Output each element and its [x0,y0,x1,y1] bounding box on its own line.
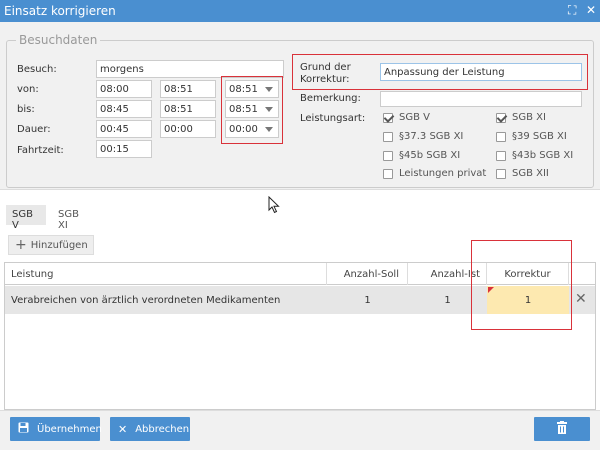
tab-sgb-xi[interactable]: SGB XI [52,205,96,231]
checkbox-label: §45b SGB XI [399,150,461,161]
delete-row-icon[interactable]: ✕ [575,292,587,306]
von-ist-input[interactable]: 08:51 [160,80,216,98]
cancel-button-label: Abbrechen [135,423,190,435]
checkbox-label: SGB V [399,112,430,123]
leistungsart-label: Leistungsart: [300,113,366,124]
window-title: Einsatz korrigieren [4,4,116,18]
bis-soll-input[interactable]: 08:45 [96,100,152,118]
checkbox-unchecked-icon [496,168,506,179]
fahrtzeit-label: Fahrtzeit: [17,145,64,156]
checkbox-label: SGB XI [512,112,546,123]
annotation-highlight-grund [292,54,588,90]
checkbox-unchecked-icon [496,131,506,142]
annotation-highlight-korrektur-times [221,76,283,144]
dauer-label: Dauer: [17,124,51,135]
dauer-ist-input[interactable]: 00:00 [160,120,216,138]
dauer-soll-input[interactable]: 00:45 [96,120,152,138]
checkbox-label: Leistungen privat [399,168,487,179]
checkbox-checked-icon [496,112,506,123]
checkbox-unchecked-icon [383,150,393,161]
checkbox-sgb-xii[interactable]: SGB XII [496,168,549,179]
checkbox-label: SGB XII [512,168,549,179]
column-header-leistung[interactable]: Leistung [11,263,327,285]
save-icon [18,422,29,436]
checkbox-sgb-xi[interactable]: SGB XI [496,112,546,123]
bemerkung-label: Bemerkung: [300,93,361,104]
expand-icon[interactable]: ⛶ [568,3,576,17]
von-soll-input[interactable]: 08:00 [96,80,152,98]
checkbox-unchecked-icon [383,131,393,142]
bis-label: bis: [17,104,35,115]
checkbox-unchecked-icon [383,168,393,179]
tab-sgb-v[interactable]: SGB V [6,205,46,231]
von-label: von: [17,84,39,95]
checkbox-sgb-v[interactable]: SGB V [383,112,430,123]
fahrtzeit-input[interactable]: 00:15 [96,140,152,158]
checkbox-43b-sgb-xi[interactable]: §43b SGB XI [496,150,573,161]
bemerkung-input[interactable] [380,91,582,107]
add-button[interactable]: + Hinzufügen [8,235,94,255]
trash-icon [556,421,568,437]
checkbox-label: §39 SGB XI [512,131,567,142]
delete-button[interactable] [534,417,590,441]
checkbox-label: §37.3 SGB XI [399,131,464,142]
plus-icon: + [15,237,27,253]
title-bar: Einsatz korrigieren ⛶ ✕ [0,0,600,22]
checkbox-checked-icon [383,112,393,123]
checkbox-leistungen-privat[interactable]: Leistungen privat [383,168,486,179]
ok-button[interactable]: Übernehmen [10,417,102,441]
checkbox-45b-sgb-xi[interactable]: §45b SGB XI [383,150,460,161]
cancel-button[interactable]: ✕ Abbrechen [110,417,190,441]
annotation-highlight-korrektur-column [471,240,572,330]
cell-anzahl-soll: 1 [364,295,371,306]
mouse-cursor-icon [268,196,280,214]
add-button-label: Hinzufügen [30,239,88,251]
checkbox-label: §43b SGB XI [512,150,574,161]
cell-leistung: Verabreichen von ärztlich verordneten Me… [11,295,281,306]
checkbox-37-3-sgb-xi[interactable]: §37.3 SGB XI [383,131,463,142]
checkbox-unchecked-icon [496,150,506,161]
close-icon[interactable]: ✕ [586,3,596,17]
ok-button-label: Übernehmen [37,423,102,435]
close-icon: ✕ [118,422,128,436]
column-header-anzahl-soll[interactable]: Anzahl-Soll [327,263,408,285]
bis-ist-input[interactable]: 08:51 [160,100,216,118]
besuch-label: Besuch: [17,64,57,75]
besuchdaten-legend: Besuchdaten [16,33,101,47]
checkbox-39-sgb-xi[interactable]: §39 SGB XI [496,131,567,142]
